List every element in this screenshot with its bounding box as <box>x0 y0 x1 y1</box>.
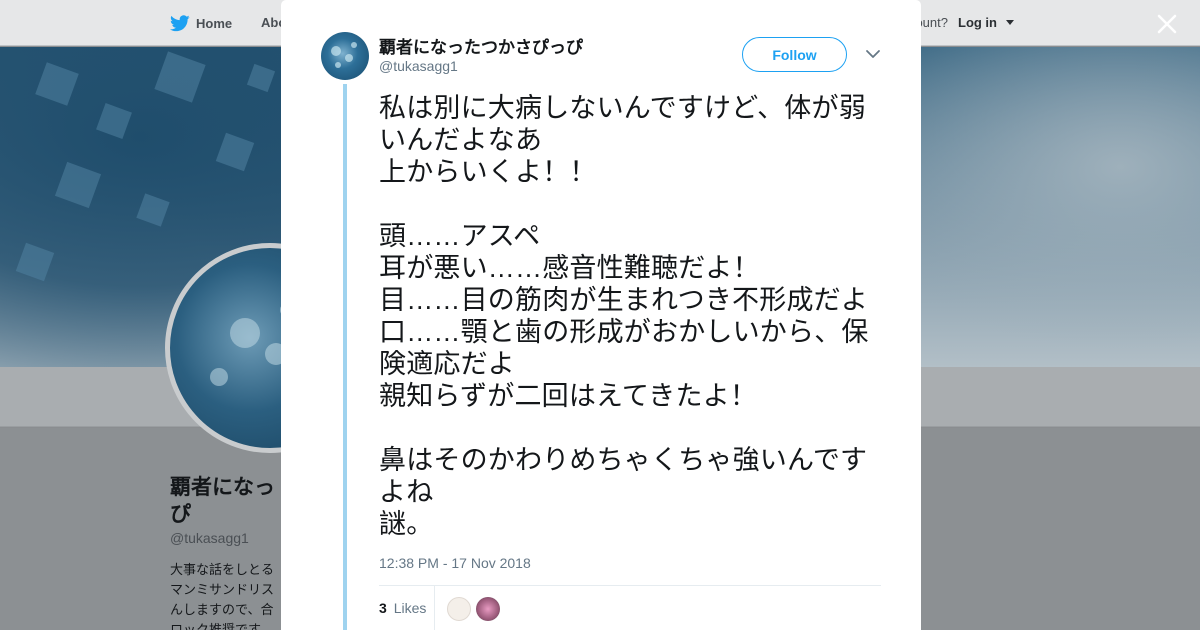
login-link[interactable]: Log in <box>958 15 997 30</box>
follow-button[interactable]: Follow <box>742 37 847 72</box>
liker-avatar[interactable] <box>476 597 500 621</box>
tweet-text: 私は別に大病しないんですけど、体が弱いんだよなあ 上からいくよ！！ 頭……アスペ… <box>379 93 869 539</box>
twitter-bird-icon <box>170 15 190 32</box>
profile-bio: 大事な話をしとる マンミサンドリス んしますので、合 ロック推奨です <box>170 562 275 630</box>
author-avatar[interactable] <box>321 32 369 80</box>
stats-vertical-divider <box>434 586 435 630</box>
author-display-name[interactable]: 覇者になったつかさぴっぴ <box>379 33 583 58</box>
likes-count: 3 <box>379 600 387 616</box>
thread-line <box>343 84 347 630</box>
close-icon[interactable] <box>1153 10 1181 38</box>
nav-home[interactable]: Home <box>170 15 232 32</box>
profile-handle: @tukasagg1 <box>170 530 249 546</box>
chevron-down-icon <box>1006 20 1014 25</box>
likes-stat[interactable]: 3 Likes <box>379 600 426 616</box>
chevron-down-icon[interactable] <box>865 47 881 61</box>
likes-label: Likes <box>393 600 427 616</box>
profile-name: 覇者になっ ぴ <box>170 476 275 526</box>
author-handle[interactable]: @tukasagg1 <box>379 58 458 74</box>
tweet-modal: 覇者になったつかさぴっぴ @tukasagg1 Follow 私は別に大病しない… <box>281 0 921 630</box>
tweet-timestamp[interactable]: 12:38 PM - 17 Nov 2018 <box>379 555 531 571</box>
liker-avatar[interactable] <box>447 597 471 621</box>
nav-home-label: Home <box>196 16 233 31</box>
stats-divider <box>379 585 881 586</box>
